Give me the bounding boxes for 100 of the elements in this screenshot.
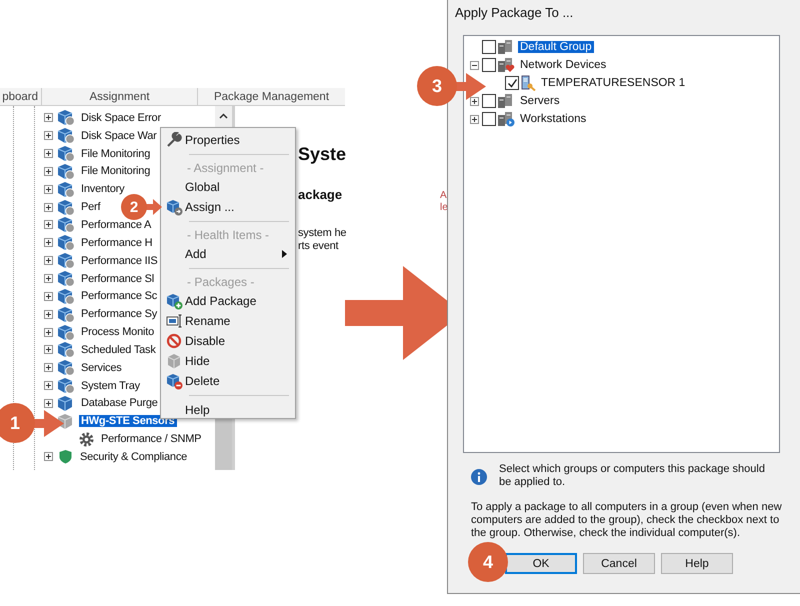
tree-item[interactable]: Security & Compliance [78,450,190,463]
tree-item[interactable]: Performance H [79,236,154,249]
dialog-title: Apply Package To ... [455,4,574,22]
package-globe-icon [57,162,75,180]
tree-item[interactable]: Inventory [79,183,126,196]
ribbon-tab[interactable]: Package Management [198,88,345,105]
description-text: rts event [298,240,338,253]
menu-item[interactable]: Add Package [163,291,293,311]
package-globe-icon [57,198,75,216]
expand-icon[interactable] [44,310,53,319]
tree-item[interactable]: Disk Space Error [79,112,163,124]
expand-icon[interactable] [44,292,53,301]
cube-icon [166,372,182,390]
expand-icon[interactable] [470,60,479,70]
tree-item[interactable]: TEMPERATURESENSOR 1 [539,77,688,89]
menu-item[interactable]: Delete [163,371,293,391]
expand-icon[interactable] [44,238,53,248]
expand-icon[interactable] [470,114,479,124]
tree-item[interactable]: Network Devices [518,59,608,71]
expand-icon[interactable] [44,381,53,390]
menu-item[interactable]: Disable [163,331,293,351]
server-group-icon [497,57,515,73]
expand-icon[interactable] [44,113,53,122]
package-globe-icon [57,145,75,162]
package-globe-icon [57,341,75,358]
info-icon [471,469,487,485]
checkbox[interactable] [482,94,496,108]
menu-item[interactable]: Properties [163,130,293,150]
tree-item[interactable]: Servers [518,95,562,107]
page-heading: Syste [298,144,346,165]
pointer-arrow [146,199,162,215]
package-globe-icon [57,359,75,376]
tree-item[interactable]: File Monitoring [79,165,152,178]
tree-item[interactable]: Perf [79,201,102,214]
scroll-up-icon[interactable] [219,113,228,119]
checkbox[interactable] [482,40,496,54]
package-globe-icon [57,288,75,305]
tree-item[interactable]: Performance Sy [79,308,160,320]
menu-item[interactable]: Assign ... [163,197,293,217]
expand-icon[interactable] [44,328,53,337]
menu-item[interactable]: Rename [163,311,293,331]
server-group-icon [497,93,515,109]
tree-item[interactable]: Database Purge [79,397,160,410]
tree-item[interactable]: Performance Sc [79,290,160,302]
menu-item[interactable]: Global [163,177,293,197]
shield-icon [57,449,74,464]
tree-item[interactable]: Performance / SNMP [99,433,204,446]
expand-icon[interactable] [44,149,53,158]
menu-item[interactable]: Hide [163,351,293,371]
ribbon-tab[interactable]: pboard [0,88,42,105]
dialog-button[interactable]: OK [505,553,577,574]
package-globe-icon [57,109,75,126]
package-globe-icon [57,306,75,323]
gear-icon [78,430,95,448]
rename-icon [166,314,182,328]
expand-icon[interactable] [44,363,53,372]
expand-icon[interactable] [44,202,53,212]
caret-icon [282,250,287,258]
cube-icon [166,198,182,216]
expand-icon[interactable] [44,398,53,408]
expand-icon[interactable] [44,256,53,266]
ribbon-tab[interactable]: Assignment [42,88,198,105]
cube-icon [166,292,182,310]
tree-item[interactable]: Disk Space War [79,130,159,142]
tree-item[interactable]: Default Group [518,41,594,53]
cube-icon [166,353,182,369]
package-globe-icon [57,216,75,234]
expand-icon[interactable] [44,220,53,230]
checkbox[interactable] [505,76,519,90]
prohibited-icon [166,333,182,349]
tree-item[interactable]: Performance IIS [79,254,160,267]
menu-section-header: - Health Items - [186,227,270,244]
tree-item[interactable]: Process Monito [79,326,156,338]
checkbox[interactable] [482,58,496,72]
cube-icon [57,394,75,412]
tree-item[interactable]: Performance Sl [79,272,156,285]
package-globe-icon [57,252,75,270]
expand-icon[interactable] [44,166,53,176]
expand-icon[interactable] [44,345,53,354]
tree-item[interactable]: File Monitoring [79,148,152,160]
instruction-text: To apply a package to all computers in a group (even when new computers are added to the group), check the checkbox next to the group. Otherwise, check the individual computer(s). [470,501,783,540]
tree-item[interactable]: Workstations [518,113,588,125]
dialog-button[interactable]: Help [661,553,733,574]
tree-item[interactable]: System Tray [79,380,142,392]
expand-icon[interactable] [44,452,53,462]
menu-section-header: - Packages - [186,274,256,291]
tree-item[interactable]: Performance A [79,218,154,231]
menu-item[interactable]: Add [163,244,293,264]
expand-icon[interactable] [44,184,53,194]
expand-icon[interactable] [44,274,53,284]
package-globe-icon [57,270,75,288]
tree-item[interactable]: Services [79,362,124,374]
package-globe-icon [57,324,75,341]
expand-icon[interactable] [470,96,479,106]
expand-icon[interactable] [44,131,53,140]
tree-item[interactable]: Scheduled Task [79,344,158,356]
checkbox[interactable] [482,112,496,126]
server-group-icon [497,39,515,55]
dialog-button[interactable]: Cancel [583,553,655,574]
package-globe-icon [57,127,75,144]
